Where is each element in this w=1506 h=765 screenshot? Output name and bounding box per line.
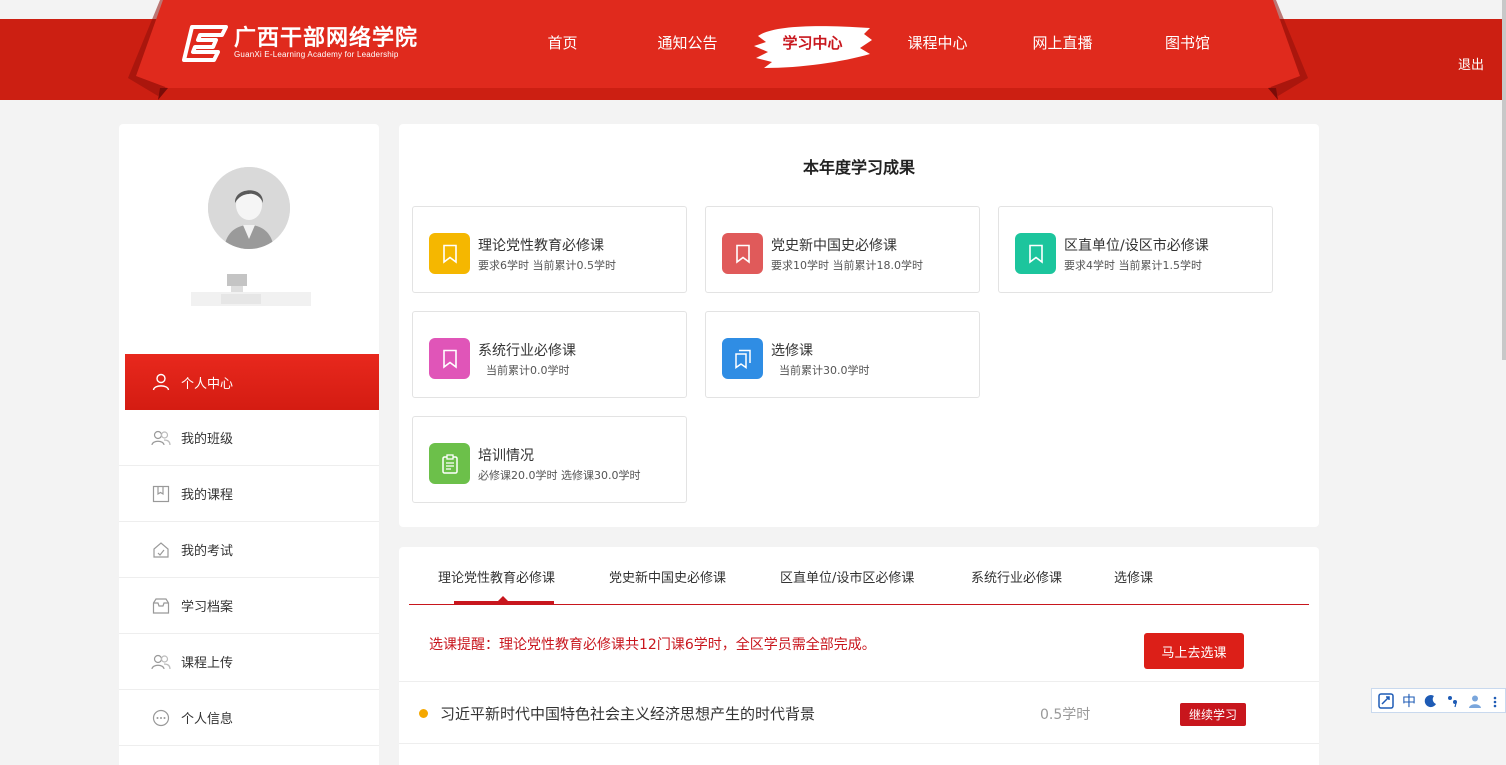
course-row: 习近平新时代中国特色社会主义经济思想产生的时代背景 0.5学时 继续学习 <box>399 682 1319 744</box>
logo-e-icon <box>182 23 228 63</box>
bullet-dot <box>419 709 428 718</box>
sidebar-item-label: 个人信息 <box>181 712 234 727</box>
sidebar-item-label: 学习档案 <box>181 600 234 615</box>
sidebar-item-my-exams[interactable]: 我的考试 <box>119 522 379 578</box>
tile-title: 区直单位/设区市必修课 <box>1064 238 1209 254</box>
profile-sidebar: 个人中心 我的班级 我的课程 我的考试 学习档案 课程上传 个人信息 <box>119 124 379 765</box>
tile-subtitle: 当前累计0.0学时 <box>486 364 570 377</box>
upload-icon <box>151 652 171 672</box>
sidebar-item-course-upload[interactable]: 课程上传 <box>119 634 379 690</box>
sidebar-item-label: 我的班级 <box>181 432 234 447</box>
nav-course-center[interactable]: 课程中心 <box>875 30 1000 56</box>
tab-theory[interactable]: 理论党性教育必修课 <box>438 567 555 586</box>
sidebar-item-label: 个人中心 <box>181 376 234 392</box>
clipboard-icon <box>429 443 470 484</box>
ime-language-toggle[interactable]: 中 <box>1402 691 1416 711</box>
tile-subtitle: 当前累计30.0学时 <box>779 364 870 377</box>
user-account-icon[interactable] <box>1468 694 1482 708</box>
course-tabs: 理论党性教育必修课 党史新中国史必修课 区直单位/设市区必修课 系统行业必修课 … <box>409 547 1309 605</box>
tile-title: 选修课 <box>771 343 813 359</box>
tab-district[interactable]: 区直单位/设市区必修课 <box>780 567 914 586</box>
tile-subtitle: 必修课20.0学时 选修课30.0学时 <box>478 469 641 482</box>
bookmark-icon <box>722 233 763 274</box>
sidebar-menu: 个人中心 我的班级 我的课程 我的考试 学习档案 课程上传 个人信息 <box>119 354 379 746</box>
punctuation-icon[interactable] <box>1446 694 1460 708</box>
tile-title: 党史新中国史必修课 <box>771 238 897 254</box>
nav-library[interactable]: 图书馆 <box>1125 30 1250 56</box>
tile-title: 理论党性教育必修课 <box>478 238 604 254</box>
main-nav: 首页 通知公告 学习中心 课程中心 网上直播 图书馆 <box>500 30 1250 56</box>
tile-subtitle: 要求6学时 当前累计0.5学时 <box>478 259 616 272</box>
bookmark-icon <box>429 338 470 379</box>
scrollbar[interactable] <box>1502 0 1506 360</box>
nav-home[interactable]: 首页 <box>500 30 625 56</box>
sidebar-item-label: 课程上传 <box>181 656 234 671</box>
logo-subtitle: GuanXi E-Learning Academy for Leadership <box>234 50 399 59</box>
book-icon <box>151 484 171 504</box>
course-list-panel: 理论党性教育必修课 党史新中国史必修课 区直单位/设市区必修课 系统行业必修课 … <box>399 547 1319 765</box>
logout-link[interactable]: 退出 <box>1458 54 1484 73</box>
bookmarks-icon <box>722 338 763 379</box>
nav-notices[interactable]: 通知公告 <box>625 30 750 56</box>
tab-elective[interactable]: 选修课 <box>1114 567 1153 586</box>
selection-notice: 选课提醒：理论党性教育必修课共12门课6学时，全区学员需全部完成。 <box>429 637 876 653</box>
nav-live[interactable]: 网上直播 <box>1000 30 1125 56</box>
continue-learning-button[interactable]: 继续学习 <box>1180 703 1246 726</box>
tile-training-status[interactable]: 培训情况 必修课20.0学时 选修课30.0学时 <box>412 416 687 503</box>
tile-title: 培训情况 <box>478 448 534 464</box>
tab-industry[interactable]: 系统行业必修课 <box>971 567 1062 586</box>
course-hours: 0.5学时 <box>1040 707 1091 723</box>
ime-logo-icon[interactable] <box>1378 692 1394 709</box>
academy-logo[interactable]: 广西干部网络学院 GuanXi E-Learning Academy for L… <box>182 22 418 64</box>
tile-industry-required[interactable]: 系统行业必修课 当前累计0.0学时 <box>412 311 687 398</box>
tab-party-history[interactable]: 党史新中国史必修课 <box>609 567 726 586</box>
sidebar-item-label: 我的考试 <box>181 544 234 559</box>
user-icon <box>151 372 171 392</box>
avatar[interactable] <box>208 167 290 249</box>
course-title[interactable]: 习近平新时代中国特色社会主义经济思想产生的时代背景 <box>440 703 815 724</box>
tile-elective[interactable]: 选修课 当前累计30.0学时 <box>705 311 980 398</box>
annual-results-card: 本年度学习成果 理论党性教育必修课 要求6学时 当前累计0.5学时 党史新中国史… <box>399 124 1319 527</box>
tile-title: 系统行业必修课 <box>478 343 576 359</box>
tile-subtitle: 要求4学时 当前累计1.5学时 <box>1064 259 1202 272</box>
archive-icon <box>151 596 171 616</box>
tile-subtitle: 要求10学时 当前累计18.0学时 <box>771 259 923 272</box>
user-name-redacted <box>191 274 311 310</box>
go-select-courses-button[interactable]: 马上去选课 <box>1144 633 1244 669</box>
sidebar-item-label: 我的课程 <box>181 488 234 503</box>
moon-icon[interactable] <box>1424 694 1438 708</box>
sidebar-item-personal-center[interactable]: 个人中心 <box>119 354 379 410</box>
more-icon[interactable] <box>1490 694 1500 708</box>
tile-party-history-required[interactable]: 党史新中国史必修课 要求10学时 当前累计18.0学时 <box>705 206 980 293</box>
sidebar-item-my-courses[interactable]: 我的课程 <box>119 466 379 522</box>
exam-icon <box>151 540 171 560</box>
active-tab-underline <box>454 601 554 604</box>
chat-icon <box>151 708 171 728</box>
ime-toolbar: 中 <box>1371 688 1506 713</box>
group-icon <box>151 428 171 448</box>
sidebar-item-learning-archive[interactable]: 学习档案 <box>119 578 379 634</box>
card-title: 本年度学习成果 <box>802 158 915 177</box>
bookmark-icon <box>429 233 470 274</box>
tile-district-required[interactable]: 区直单位/设区市必修课 要求4学时 当前累计1.5学时 <box>998 206 1273 293</box>
sidebar-item-personal-info[interactable]: 个人信息 <box>119 690 379 746</box>
bookmark-icon <box>1015 233 1056 274</box>
logo-title: 广西干部网络学院 <box>234 25 419 51</box>
sidebar-item-my-class[interactable]: 我的班级 <box>119 410 379 466</box>
nav-learning-center[interactable]: 学习中心 <box>750 30 875 56</box>
tile-theory-required[interactable]: 理论党性教育必修课 要求6学时 当前累计0.5学时 <box>412 206 687 293</box>
